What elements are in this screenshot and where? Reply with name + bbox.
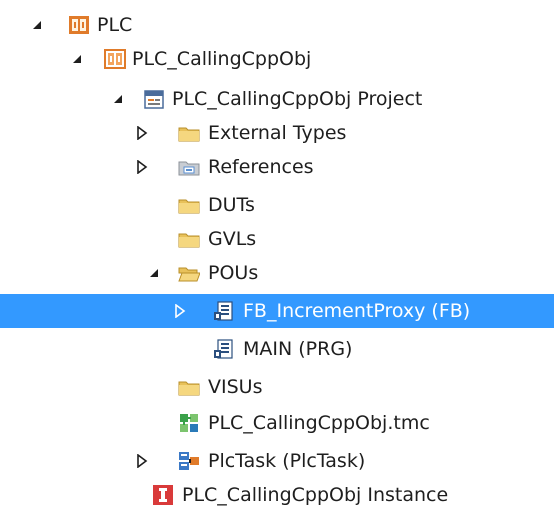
tree-item-label: External Types bbox=[208, 122, 347, 144]
tree-item-tmc-file[interactable]: PLC_CallingCppObj.tmc bbox=[0, 406, 554, 440]
tree-item-label: PLC_CallingCppObj bbox=[132, 48, 312, 70]
folder-icon bbox=[178, 122, 200, 144]
pou-icon bbox=[213, 300, 235, 322]
plc-icon bbox=[68, 14, 90, 36]
tree-item-references[interactable]: References bbox=[0, 150, 554, 184]
tree-item-visus[interactable]: VISUs bbox=[0, 370, 554, 404]
pou-icon bbox=[213, 338, 235, 360]
tree-item-plctask[interactable]: PlcTask (PlcTask) bbox=[0, 444, 554, 478]
tree-item-fb-incrementproxy[interactable]: FB_IncrementProxy (FB) bbox=[0, 294, 554, 328]
project-tree: PLC PLC_CallingCppObj PLC_CallingCppObj … bbox=[0, 0, 554, 508]
tree-item-label: MAIN (PRG) bbox=[243, 338, 353, 360]
expanded-arrow-icon[interactable] bbox=[147, 266, 161, 280]
tree-item-label: References bbox=[208, 156, 314, 178]
expanded-arrow-icon[interactable] bbox=[111, 92, 125, 106]
tree-item-label: PLC bbox=[97, 14, 133, 36]
tree-item-label: PLC_CallingCppObj Project bbox=[172, 88, 423, 110]
tree-item-plc[interactable]: PLC bbox=[0, 8, 554, 42]
collapsed-arrow-icon[interactable] bbox=[135, 126, 149, 140]
folder-icon bbox=[178, 194, 200, 216]
tree-item-label: FB_IncrementProxy (FB) bbox=[243, 300, 471, 322]
references-icon bbox=[178, 156, 200, 178]
tree-item-label: POUs bbox=[208, 262, 259, 284]
tree-item-label: PLC_CallingCppObj Instance bbox=[182, 484, 449, 506]
expanded-arrow-icon[interactable] bbox=[30, 18, 44, 32]
plc-project-icon bbox=[104, 48, 126, 70]
project-icon bbox=[143, 88, 165, 110]
tree-item-main[interactable]: MAIN (PRG) bbox=[0, 332, 554, 366]
tree-item-label: PlcTask (PlcTask) bbox=[208, 450, 366, 472]
tree-item-label: PLC_CallingCppObj.tmc bbox=[208, 412, 430, 434]
tree-item-pous[interactable]: POUs bbox=[0, 256, 554, 290]
tree-item-gvls[interactable]: GVLs bbox=[0, 222, 554, 256]
tmc-file-icon bbox=[178, 412, 200, 434]
collapsed-arrow-icon[interactable] bbox=[135, 454, 149, 468]
tree-item-label: GVLs bbox=[208, 228, 257, 250]
tree-item-external-types[interactable]: External Types bbox=[0, 116, 554, 150]
tree-item-label: DUTs bbox=[208, 194, 255, 216]
tree-item-duts[interactable]: DUTs bbox=[0, 188, 554, 222]
expanded-arrow-icon[interactable] bbox=[70, 52, 84, 66]
tree-item-instance[interactable]: PLC_CallingCppObj Instance bbox=[0, 478, 554, 512]
folder-open-icon bbox=[178, 262, 200, 284]
tree-item-label: VISUs bbox=[208, 376, 263, 398]
folder-icon bbox=[178, 228, 200, 250]
tree-item-project[interactable]: PLC_CallingCppObj Project bbox=[0, 82, 554, 116]
instance-icon bbox=[152, 484, 174, 506]
task-icon bbox=[178, 450, 200, 472]
collapsed-arrow-icon[interactable] bbox=[173, 304, 187, 318]
tree-item-plc-callingcppobj[interactable]: PLC_CallingCppObj bbox=[0, 42, 554, 76]
collapsed-arrow-icon[interactable] bbox=[135, 160, 149, 174]
folder-icon bbox=[178, 376, 200, 398]
